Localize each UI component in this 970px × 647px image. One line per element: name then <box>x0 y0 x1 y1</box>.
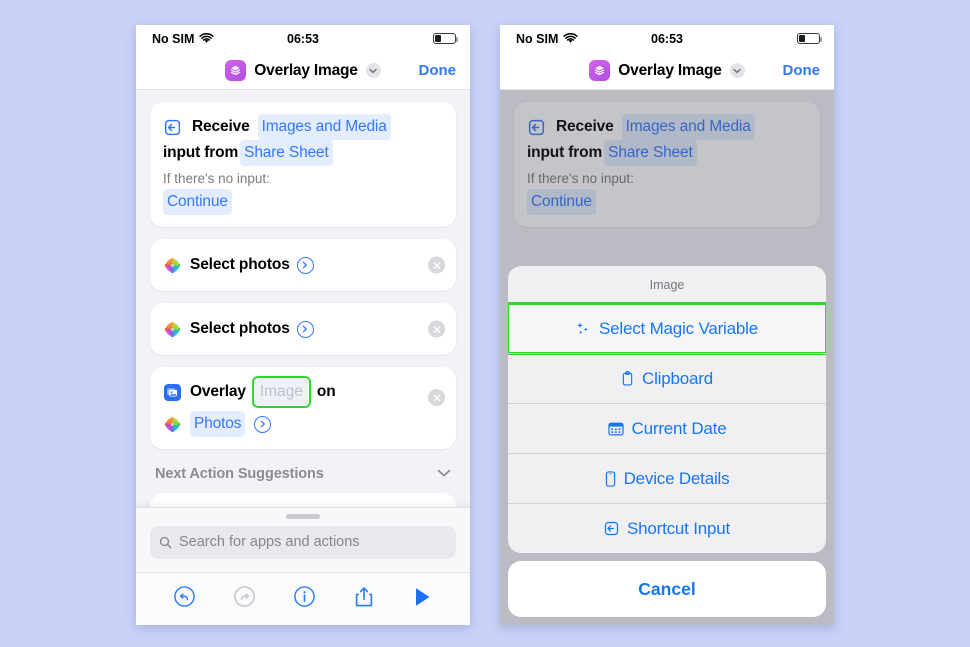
next-action-suggestions-header[interactable]: Next Action Suggestions <box>150 461 456 483</box>
drag-handle[interactable] <box>286 514 320 519</box>
suggestions-title: Next Action Suggestions <box>155 466 324 483</box>
receive-word: Receive <box>192 118 250 135</box>
editor-toolbar <box>136 572 470 625</box>
receive-word: Receive <box>556 118 614 135</box>
input-type-token[interactable]: Images and Media <box>257 114 391 141</box>
nav-bar-right: Overlay Image Done <box>500 52 834 90</box>
shortcut-input-icon <box>528 119 545 135</box>
chevron-down-icon[interactable] <box>437 465 451 483</box>
shortcuts-app-icon <box>225 60 247 81</box>
search-placeholder: Search for apps and actions <box>179 534 360 551</box>
action-label: Select photos <box>190 256 290 274</box>
cancel-label: Cancel <box>638 578 696 599</box>
carrier-label: No SIM <box>152 31 195 46</box>
sheet-item-select-magic-variable[interactable]: Select Magic Variable <box>508 302 826 355</box>
search-icon <box>159 536 172 548</box>
clipboard-icon <box>622 371 633 386</box>
wifi-icon <box>563 33 579 43</box>
sheet-item-device-details[interactable]: Device Details <box>508 453 826 503</box>
page-title: Overlay Image <box>618 61 722 79</box>
phone-screen-left: No SIM 06:53 Overlay Image Done Receive … <box>136 25 470 625</box>
shortcut-input-icon <box>164 119 181 135</box>
sheet-item-shortcut-input[interactable]: Shortcut Input <box>508 503 826 553</box>
sheet-item-label: Device Details <box>623 468 730 488</box>
no-input-label: If there's no input: <box>527 171 634 187</box>
info-circle-icon[interactable] <box>293 585 316 613</box>
remove-x-icon[interactable] <box>428 389 445 407</box>
action-label: Select photos <box>190 320 290 338</box>
shortcut-editor-body: Receive Images and Media input from Shar… <box>136 90 470 625</box>
input-source-token[interactable]: Share Sheet <box>240 140 333 167</box>
photos-app-icon <box>164 416 181 432</box>
calendar-icon <box>607 422 624 436</box>
sheet-item-clipboard[interactable]: Clipboard <box>508 353 826 403</box>
action-search-panel: Search for apps and actions <box>136 507 470 572</box>
wifi-icon <box>199 33 215 43</box>
chevron-down-icon[interactable] <box>365 63 381 78</box>
status-bar-left: No SIM 06:53 <box>136 25 470 52</box>
variable-picker-action-sheet: Image Select Magic Variable Clipboard Cu… <box>508 266 826 617</box>
search-input[interactable]: Search for apps and actions <box>150 525 456 559</box>
shortcut-editor-body-dimmed: Receive Images and Media input from Shar… <box>500 90 834 625</box>
action-card-select-photos-2[interactable]: Select photos <box>150 303 456 356</box>
carrier-label: No SIM <box>516 31 559 46</box>
done-button[interactable]: Done <box>783 62 821 79</box>
receive-action-card[interactable]: Receive Images and Media input from Shar… <box>150 102 456 228</box>
undo-icon[interactable] <box>173 585 196 613</box>
chevron-down-icon[interactable] <box>729 63 745 78</box>
sheet-item-current-date[interactable]: Current Date <box>508 403 826 453</box>
photos-app-icon <box>164 321 181 337</box>
action-sheet-group: Image Select Magic Variable Clipboard Cu… <box>508 266 826 553</box>
on-word: on <box>316 383 336 401</box>
input-type-token: Images and Media <box>621 114 755 141</box>
no-input-behavior-token[interactable]: Continue <box>163 189 232 216</box>
receive-action-card: Receive Images and Media input from Shar… <box>514 102 820 228</box>
sheet-item-label: Clipboard <box>642 368 713 388</box>
no-input-behavior-token: Continue <box>527 189 596 216</box>
magic-variable-icon <box>577 322 588 335</box>
action-sheet-title: Image <box>649 278 685 292</box>
battery-low-icon <box>433 32 459 45</box>
shortcuts-app-icon <box>589 60 611 81</box>
page-title: Overlay Image <box>254 61 358 79</box>
remove-x-icon[interactable] <box>428 320 445 338</box>
cancel-button[interactable]: Cancel <box>508 561 826 617</box>
input-from-word: input from <box>163 144 239 162</box>
remove-x-icon[interactable] <box>428 256 445 274</box>
chevron-right-circle-icon[interactable] <box>254 415 272 433</box>
screenshot-stage: No SIM 06:53 Overlay Image Done Receive … <box>0 0 970 647</box>
overlay-image-action-card[interactable]: Overlay Image on Photos <box>150 367 456 450</box>
action-card-select-photos-1[interactable]: Select photos <box>150 239 456 292</box>
share-icon[interactable] <box>353 585 375 614</box>
chevron-right-circle-icon[interactable] <box>296 256 314 274</box>
shortcut-input-icon <box>604 521 619 536</box>
input-source-token: Share Sheet <box>604 140 697 167</box>
battery-low-icon <box>797 32 823 45</box>
input-from-word: input from <box>527 144 603 162</box>
play-icon[interactable] <box>412 586 433 613</box>
device-icon <box>605 470 615 487</box>
photos-token[interactable]: Photos <box>190 411 246 438</box>
image-parameter-placeholder[interactable]: Image <box>251 376 311 409</box>
chevron-right-circle-icon[interactable] <box>296 320 314 338</box>
sheet-item-label: Select Magic Variable <box>599 318 758 338</box>
photos-app-icon <box>164 257 181 273</box>
nav-bar-left: Overlay Image Done <box>136 52 470 90</box>
status-bar-right: No SIM 06:53 <box>500 25 834 52</box>
sheet-item-label: Shortcut Input <box>626 518 731 538</box>
no-input-label: If there's no input: <box>163 171 270 187</box>
sheet-item-label: Current Date <box>631 418 727 438</box>
redo-icon <box>233 585 256 613</box>
done-button[interactable]: Done <box>419 62 457 79</box>
phone-screen-right: No SIM 06:53 Overlay Image Done Receive … <box>500 25 834 625</box>
overlay-image-icon <box>163 383 182 401</box>
overlay-word: Overlay <box>190 383 246 401</box>
